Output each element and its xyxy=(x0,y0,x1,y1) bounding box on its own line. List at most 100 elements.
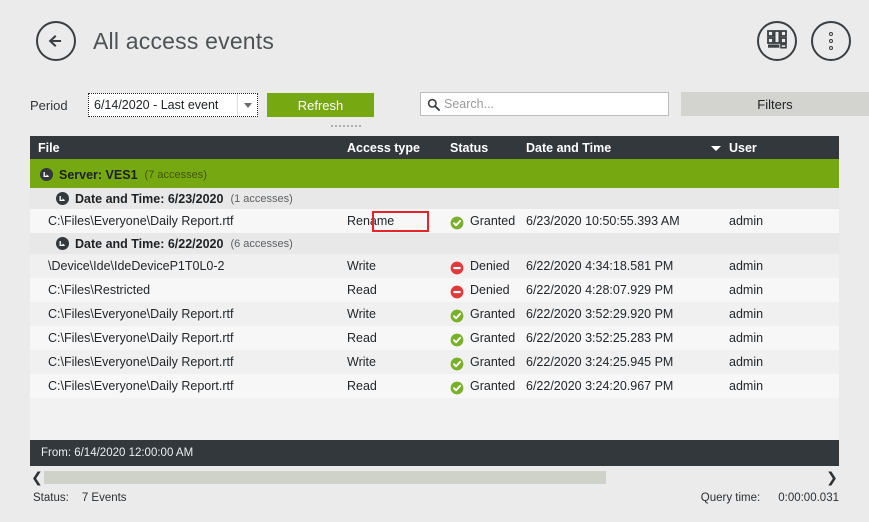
cell-access-type: Rename xyxy=(347,209,394,233)
cell-access-type: Write xyxy=(347,302,376,326)
status-text: Denied xyxy=(470,254,510,278)
column-header-access-type[interactable]: Access type xyxy=(347,136,420,161)
group-label: Date and Time: 6/22/2020 xyxy=(75,237,223,251)
cell-user: admin xyxy=(729,209,763,233)
more-options-button[interactable] xyxy=(811,21,851,61)
page-title: All access events xyxy=(93,28,274,55)
cell-access-type: Write xyxy=(347,350,376,374)
cell-status: Granted xyxy=(450,350,515,374)
scrollbar-track[interactable] xyxy=(44,471,825,484)
cell-user: admin xyxy=(729,374,763,398)
cell-access-type: Write xyxy=(347,254,376,278)
granted-check-icon xyxy=(450,379,464,393)
column-header-user[interactable]: User xyxy=(729,136,757,161)
chevron-right-icon[interactable]: ❯ xyxy=(825,469,839,486)
chevron-left-icon[interactable]: ❮ xyxy=(30,469,44,486)
table-row[interactable]: \Device\Ide\IdeDeviceP1T0L0-2 Write Denied… xyxy=(30,254,839,278)
header-actions xyxy=(757,21,851,61)
three-dots-vertical-icon xyxy=(829,32,833,50)
status-text: Granted xyxy=(470,326,515,350)
column-header-date-time[interactable]: Date and Time xyxy=(526,136,611,161)
access-events-window: All access events xyxy=(0,0,869,522)
table-row[interactable]: C:\Files\Restricted Read Denied 6/22/2020 4… xyxy=(30,278,839,302)
status-text: Granted xyxy=(470,302,515,326)
collapse-group-icon[interactable] xyxy=(56,237,69,250)
cell-status: Granted xyxy=(450,326,515,350)
report-layout-icon xyxy=(766,29,788,54)
cell-user: admin xyxy=(729,350,763,374)
granted-check-icon xyxy=(450,355,464,369)
period-label: Period xyxy=(30,98,88,113)
cell-user: admin xyxy=(729,278,763,302)
cell-access-type: Read xyxy=(347,326,377,350)
status-text: Denied xyxy=(470,278,510,302)
query-time-label: Query time: xyxy=(701,492,760,504)
cell-status: Denied xyxy=(450,278,510,302)
cell-file: C:\Files\Everyone\Daily Report.rtf xyxy=(48,326,233,350)
cell-user: admin xyxy=(729,254,763,278)
cell-file: C:\Files\Everyone\Daily Report.rtf xyxy=(48,209,233,233)
granted-check-icon xyxy=(450,331,464,345)
cell-status: Granted xyxy=(450,209,515,233)
toolbar-drag-handle[interactable] xyxy=(330,124,362,127)
table-row[interactable]: C:\Files\Everyone\Daily Report.rtfReadGr… xyxy=(30,374,839,398)
search-icon xyxy=(427,98,440,111)
arrow-left-circle-icon xyxy=(45,30,67,52)
cell-file: \Device\Ide\IdeDeviceP1T0L0-2 xyxy=(48,254,224,278)
cell-date-time: 6/22/2020 4:34:18.581 PM xyxy=(526,254,673,278)
period-select-value: 6/14/2020 - Last event xyxy=(89,98,237,112)
horizontal-scrollbar[interactable]: ❮ ❯ xyxy=(30,469,839,486)
cell-user: admin xyxy=(729,326,763,350)
page-header: All access events xyxy=(0,0,869,82)
refresh-button[interactable]: Refresh xyxy=(267,93,374,117)
query-time-group: Query time: 0:00:00.031 xyxy=(701,492,839,504)
cell-file: C:\Files\Restricted xyxy=(48,278,150,302)
group-count: (1 accesses) xyxy=(230,193,292,205)
query-time-value: 0:00:00.031 xyxy=(778,492,839,504)
status-bar: Status: 7 Events Query time: 0:00:00.031 xyxy=(0,487,869,509)
cell-status: Granted xyxy=(450,374,515,398)
group-row-date[interactable]: Date and Time: 6/22/2020 (6 accesses) xyxy=(30,233,839,254)
cell-date-time: 6/22/2020 4:28:07.929 PM xyxy=(526,278,673,302)
filters-button[interactable]: Filters xyxy=(681,92,869,116)
grid-header-row: File Access type Status Date and Time Us… xyxy=(30,136,839,161)
back-button[interactable] xyxy=(36,21,76,61)
from-range-bar: From: 6/14/2020 12:00:00 AM xyxy=(30,440,839,466)
cell-file: C:\Files\Everyone\Daily Report.rtf xyxy=(48,350,233,374)
collapse-group-icon[interactable] xyxy=(40,168,53,181)
cell-access-type: Read xyxy=(347,374,377,398)
sort-descending-icon[interactable] xyxy=(711,136,721,161)
period-select[interactable]: 6/14/2020 - Last event xyxy=(88,93,258,117)
column-header-status[interactable]: Status xyxy=(450,136,488,161)
column-header-file[interactable]: File xyxy=(38,136,60,161)
scrollbar-thumb[interactable] xyxy=(44,471,606,484)
group-row-date[interactable]: Date and Time: 6/23/2020 (1 accesses) xyxy=(30,188,839,209)
cell-access-type: Read xyxy=(347,278,377,302)
status-text: Granted xyxy=(470,374,515,398)
status-label: Status: xyxy=(33,492,69,504)
group-row-server[interactable]: Server: VES1(7 accesses) xyxy=(30,161,839,188)
status-text: Granted xyxy=(470,209,515,233)
cell-status: Denied xyxy=(450,254,510,278)
toolbar: Period 6/14/2020 - Last event Refresh Se… xyxy=(30,88,839,122)
group-count: (6 accesses) xyxy=(230,238,292,250)
cell-date-time: 6/22/2020 3:52:29.920 PM xyxy=(526,302,673,326)
table-row[interactable]: C:\Files\Everyone\Daily Report.rtf Write G… xyxy=(30,350,839,374)
collapse-group-icon[interactable] xyxy=(56,192,69,205)
group-label: Server: VES1 xyxy=(59,168,138,182)
events-grid: File Access type Status Date and Time Us… xyxy=(30,136,839,464)
cell-date-time: 6/22/2020 3:24:25.945 PM xyxy=(526,350,673,374)
status-value: 7 Events xyxy=(82,492,127,504)
cell-user: admin xyxy=(729,302,763,326)
table-row[interactable]: C:\Files\Everyone\Daily Report.rtfWriteG… xyxy=(30,302,839,326)
denied-block-icon xyxy=(450,283,464,297)
granted-check-icon xyxy=(450,214,464,228)
search-placeholder: Search... xyxy=(444,97,494,111)
search-input[interactable]: Search... xyxy=(420,92,669,116)
chevron-down-icon[interactable] xyxy=(237,94,257,116)
group-label: Date and Time: 6/23/2020 xyxy=(75,192,223,206)
from-range-text: From: 6/14/2020 12:00:00 AM xyxy=(41,447,193,459)
table-row[interactable]: C:\Files\Everyone\Daily Report.rtf Read Gr… xyxy=(30,326,839,350)
report-layout-button[interactable] xyxy=(757,21,797,61)
table-row[interactable]: C:\Files\Everyone\Daily Report.rtf Rename… xyxy=(30,209,839,233)
